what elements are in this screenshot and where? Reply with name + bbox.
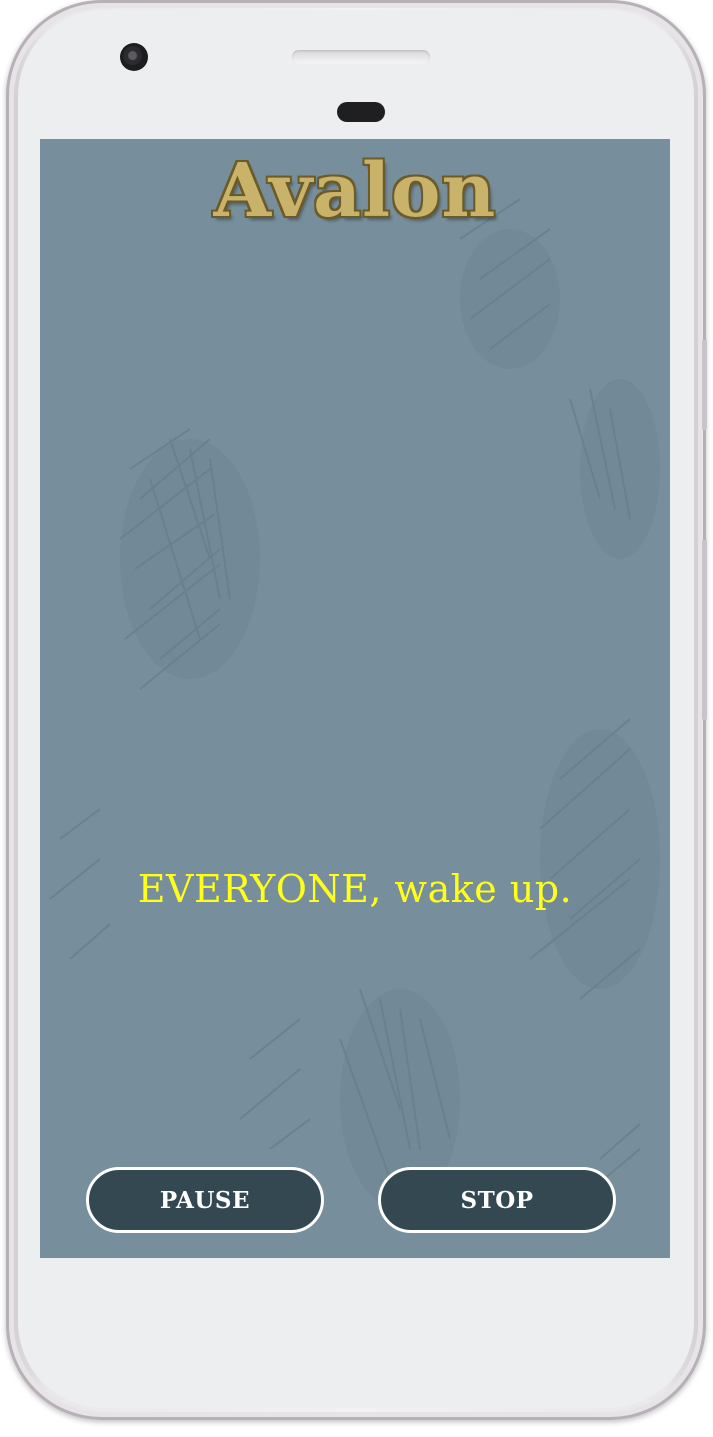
app-title: Avalon: [213, 148, 497, 234]
app-screen: Avalon EVERYONE, wake up. PAUSE STOP: [40, 139, 670, 1258]
power-button: [702, 540, 707, 720]
pause-button[interactable]: PAUSE: [86, 1167, 324, 1233]
stop-button[interactable]: STOP: [378, 1167, 616, 1233]
earpiece-speaker: [292, 50, 430, 64]
announcement-text: EVERYONE, wake up.: [137, 867, 573, 911]
proximity-sensor: [337, 102, 385, 122]
front-camera-icon: [120, 43, 148, 71]
volume-button: [702, 340, 707, 430]
grunge-texture-background: [49, 198, 660, 1209]
